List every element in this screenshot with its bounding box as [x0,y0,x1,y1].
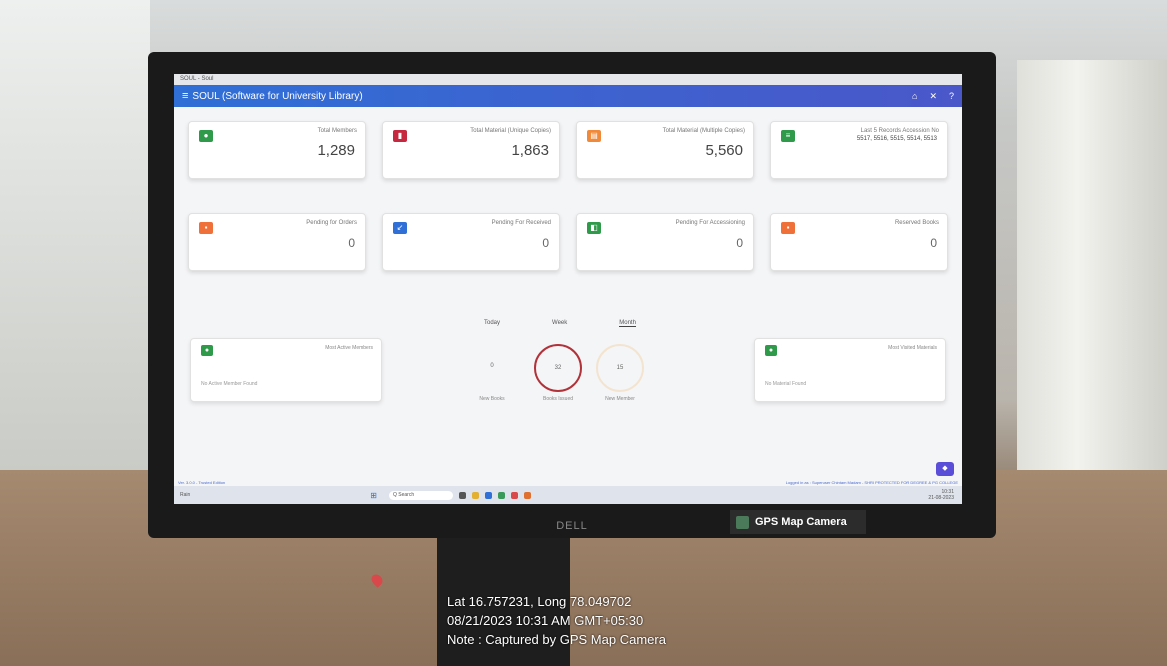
clock-date: 21-08-2023 [928,495,954,501]
gps-badge-label: GPS Map Camera [755,516,847,528]
new-books-label: New Books [479,396,505,402]
home-icon[interactable]: ⌂ [912,91,917,102]
card-value: 0 [542,236,549,250]
new-books-circle: 0 [490,363,494,369]
stats-section: ● Most Active Members No Active Member F… [174,316,962,426]
version-text: Ver. 3.0.0 - Trusted Edition [178,479,226,485]
hamburger-menu-icon[interactable]: ≡ [182,90,188,102]
tab-week[interactable]: Week [552,320,567,327]
card-label: Total Members [317,128,357,134]
user-icon: ● [199,130,213,142]
window-title: SOUL - Soul [174,74,962,85]
gps-camera-icon [736,515,749,529]
edge-icon[interactable] [485,491,492,499]
gps-timestamp: 08/21/2023 10:31 AM GMT+05:30 [447,613,644,628]
card-last-accession[interactable]: ≡ Last 5 Records Accession No 5517, 5516… [770,121,948,179]
panel-label: Most Active Members [325,345,373,351]
dashboard-cards: ● Total Members 1,289 ▮ Total Material (… [174,107,962,271]
tab-month[interactable]: Month [619,320,636,327]
list-icon: ≡ [781,130,795,142]
panel-subtext: No Material Found [765,381,807,387]
card-pending-orders[interactable]: ▪ Pending for Orders 0 [188,213,366,271]
folder-icon[interactable] [472,491,479,499]
card-unique-copies[interactable]: ▮ Total Material (Unique Copies) 1,863 [382,121,560,179]
help-icon[interactable]: ? [949,91,954,102]
receive-icon: ↙ [393,222,407,234]
start-icon[interactable]: ⊞ [370,491,377,500]
windows-taskbar: Rain ⊞ Q Search 10:31 21-08-2023 [174,486,962,504]
card-label: Pending for Orders [306,220,357,226]
card-multiple-copies[interactable]: ▤ Total Material (Multiple Copies) 5,560 [576,121,754,179]
card-value: 0 [348,236,355,250]
user-icon: ● [765,345,777,356]
books-icon: ▤ [587,130,601,142]
card-pending-accessioning[interactable]: ◧ Pending For Accessioning 0 [576,213,754,271]
new-member-circle: 15 [596,344,644,392]
panel-label: Most Visited Materials [888,345,937,351]
accession-icon: ◧ [587,222,601,234]
most-visited-materials-panel: ● Most Visited Materials No Material Fou… [754,338,946,402]
gps-note: Note : Captured by GPS Map Camera [447,632,666,647]
card-total-members[interactable]: ● Total Members 1,289 [188,121,366,179]
card-pending-received[interactable]: ↙ Pending For Received 0 [382,213,560,271]
card-label: Pending For Received [491,220,551,226]
login-info: Logged in as : Superuser Chintam Madam -… [785,479,958,485]
store-icon[interactable] [498,491,505,499]
reserve-icon: ▪ [781,222,795,234]
gps-coordinates: Lat 16.757231, Long 78.049702 [447,594,632,609]
period-tabs: Today Week Month [484,320,636,327]
most-active-members-panel: ● Most Active Members No Active Member F… [190,338,382,402]
monitor-logo: DELL [556,520,588,532]
gps-camera-badge: GPS Map Camera [730,510,866,534]
card-value: 1,289 [317,142,355,159]
books-issued-circle: 32 [534,344,582,392]
tab-today[interactable]: Today [484,320,500,327]
monitor: SOUL - Soul ≡ SOUL (Software for Univers… [148,52,996,538]
card-value: 5517, 5516, 5515, 5514, 5513 [856,136,937,142]
card-label: Last 5 Records Accession No [860,128,939,134]
card-value: 0 [736,236,743,250]
close-icon[interactable]: ✕ [929,91,937,102]
books-issued-label: Books Issued [542,396,574,402]
taskbar-search-input[interactable]: Q Search [389,490,453,500]
window-wall [0,0,150,470]
order-icon: ▪ [199,222,213,234]
user-icon: ● [201,345,213,356]
weather-text: Rain [180,492,191,498]
card-value: 5,560 [705,142,743,159]
system-clock[interactable]: 10:31 21-08-2023 [928,489,954,501]
screen: SOUL - Soul ≡ SOUL (Software for Univers… [174,74,962,504]
card-value: 0 [930,236,937,250]
app-title: SOUL (Software for University Library) [192,90,363,102]
gps-overlay-text: Lat 16.757231, Long 78.049702 08/21/2023… [447,592,666,649]
card-label: Reserved Books [894,220,939,226]
status-footer: Ver. 3.0.0 - Trusted Edition Logged in a… [174,478,962,486]
panel-subtext: No Active Member Found [201,381,258,387]
card-value: 1,863 [511,142,549,159]
card-label: Total Material (Unique Copies) [470,128,551,134]
card-label: Pending For Accessioning [675,220,745,226]
chrome-icon[interactable] [511,491,518,499]
card-label: Total Material (Multiple Copies) [662,128,745,134]
book-icon: ▮ [393,130,407,142]
app-header: ≡ SOUL (Software for University Library)… [174,85,962,107]
chat-fab-button[interactable]: ◆ [936,462,954,476]
new-member-label: New Member [605,396,635,402]
taskview-icon[interactable] [459,491,466,499]
card-reserved-books[interactable]: ▪ Reserved Books 0 [770,213,948,271]
app-icon[interactable] [524,491,531,499]
